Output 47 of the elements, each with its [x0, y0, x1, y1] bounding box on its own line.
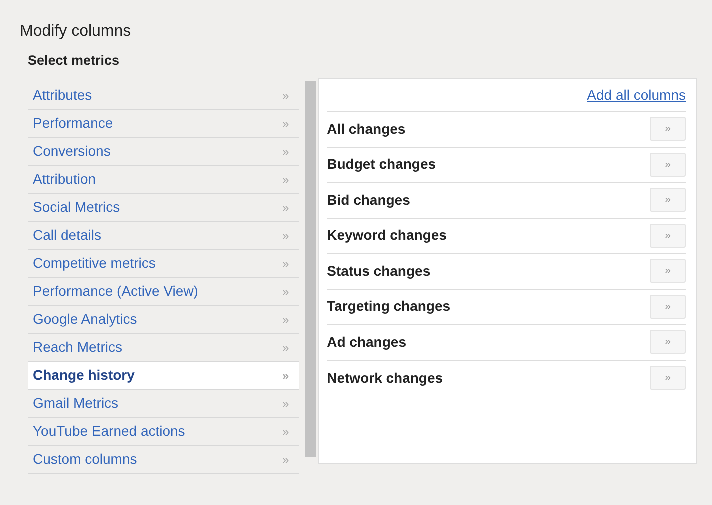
chevron-icon: » — [282, 282, 290, 300]
add-button[interactable]: » — [650, 259, 686, 284]
category-item[interactable]: Change history » — [28, 362, 300, 390]
add-button[interactable]: » — [650, 152, 686, 177]
category-item[interactable]: Attributes » — [28, 82, 300, 110]
add-button[interactable]: » — [650, 330, 686, 354]
metric-label: Status changes — [327, 262, 431, 281]
category-item[interactable]: YouTube Earned actions » — [28, 418, 300, 446]
chevron-icon: » — [282, 394, 290, 412]
chevron-icon: » — [282, 366, 290, 384]
chevron-icon: » — [282, 338, 290, 356]
chevron-icon: » — [282, 450, 290, 468]
chevron-icon: » — [282, 422, 290, 440]
metric-label: Network changes — [327, 368, 444, 388]
category-item[interactable]: Competitive metrics » — [28, 250, 300, 278]
chevron-icon: » — [282, 142, 290, 160]
category-item[interactable]: Call details » — [28, 222, 300, 250]
category-item[interactable]: Custom columns » — [28, 446, 300, 474]
metric-label: Budget changes — [327, 155, 436, 174]
section-heading: Select metrics — [28, 52, 121, 70]
chevron-icon: » — [282, 114, 290, 132]
dialog-title: Modify columns — [20, 22, 132, 42]
add-all-link[interactable]: Add all columns — [587, 85, 686, 105]
chevron-icon: » — [282, 254, 290, 272]
metric-label: Bid changes — [327, 190, 410, 210]
add-button[interactable]: » — [650, 366, 686, 390]
chevron-icon: » — [282, 170, 290, 188]
chevron-icon: » — [282, 86, 290, 104]
category-item[interactable]: Attribution » — [28, 166, 300, 194]
chevron-icon: » — [282, 226, 290, 244]
category-item[interactable]: Performance (Active View) » — [28, 278, 300, 306]
add-button[interactable]: » — [650, 117, 686, 142]
add-button[interactable]: » — [650, 188, 686, 212]
add-button[interactable]: » — [650, 294, 686, 319]
category-item[interactable]: Social Metrics » — [28, 194, 300, 222]
category-item[interactable]: Gmail Metrics » — [28, 390, 300, 418]
category-item[interactable]: Google Analytics » — [28, 306, 300, 334]
chevron-icon: » — [282, 310, 290, 328]
add-button[interactable]: » — [650, 224, 686, 248]
chevron-icon: » — [282, 198, 290, 216]
category-item[interactable]: Performance » — [28, 110, 300, 138]
category-item[interactable]: Conversions » — [28, 138, 300, 166]
scrollbar[interactable] — [305, 81, 316, 457]
metric-label: Keyword changes — [327, 226, 447, 246]
metric-label: Ad changes — [327, 332, 406, 352]
metric-label: Targeting changes — [327, 297, 451, 316]
metric-label: All changes — [327, 120, 406, 139]
